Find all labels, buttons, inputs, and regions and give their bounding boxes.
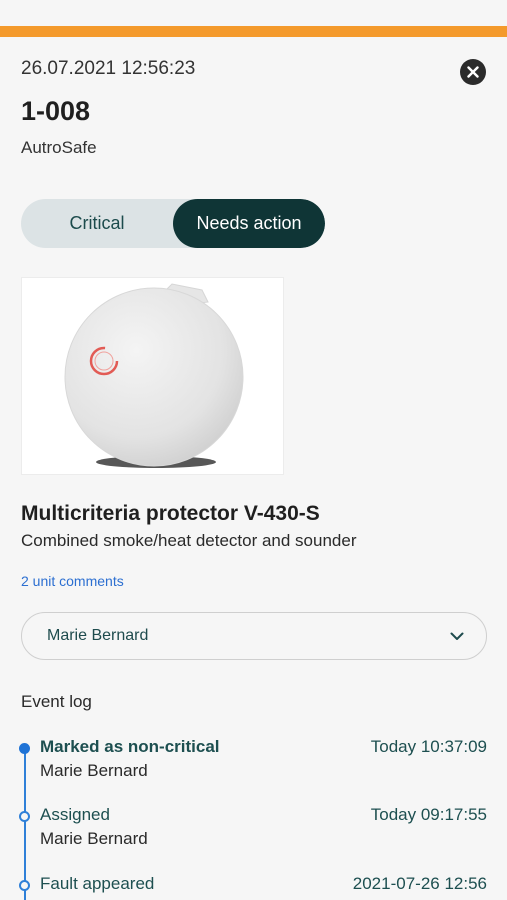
timeline-dot-icon xyxy=(19,743,30,754)
timeline-dot-icon xyxy=(19,880,30,891)
close-button[interactable] xyxy=(460,59,486,85)
unit-id: 1-008 xyxy=(21,96,91,126)
event-log-item: Marked as non-critical Marie Bernard Tod… xyxy=(0,737,507,787)
product-description: Combined smoke/heat detector and sounder xyxy=(21,531,357,550)
event-timestamp: 26.07.2021 12:56:23 xyxy=(21,58,196,79)
toggle-needs-action[interactable]: Needs action xyxy=(173,199,325,248)
event-user: Marie Bernard xyxy=(40,829,148,848)
event-user: Marie Bernard xyxy=(40,761,148,780)
timeline-dot-icon xyxy=(19,811,30,822)
event-log-item: Fault appeared 2021-07-26 12:56 xyxy=(0,874,507,900)
event-time: Today 09:17:55 xyxy=(370,805,487,824)
close-icon xyxy=(467,66,479,78)
event-title: Assigned xyxy=(40,805,110,824)
event-log-item: Assigned Marie Bernard Today 09:17:55 xyxy=(0,805,507,855)
event-title: Marked as non-critical xyxy=(40,737,220,756)
system-name: AutroSafe xyxy=(21,138,97,157)
event-time: 2021-07-26 12:56 xyxy=(352,874,487,893)
alert-accent-bar xyxy=(0,26,507,37)
status-toggle: Critical Needs action xyxy=(21,199,325,248)
event-time: Today 10:37:09 xyxy=(370,737,487,756)
toggle-critical[interactable]: Critical xyxy=(21,199,173,248)
assignee-value: Marie Bernard xyxy=(47,627,149,644)
event-title: Fault appeared xyxy=(40,874,155,893)
product-image xyxy=(21,277,284,475)
product-name: Multicriteria protector V-430-S xyxy=(21,502,320,525)
chevron-down-icon xyxy=(450,632,464,640)
event-log-title: Event log xyxy=(21,692,92,711)
smoke-detector-image xyxy=(22,278,283,474)
status-bar xyxy=(0,0,507,26)
assignee-dropdown[interactable]: Marie Bernard xyxy=(21,612,487,660)
unit-comments-link[interactable]: 2 unit comments xyxy=(21,573,124,589)
